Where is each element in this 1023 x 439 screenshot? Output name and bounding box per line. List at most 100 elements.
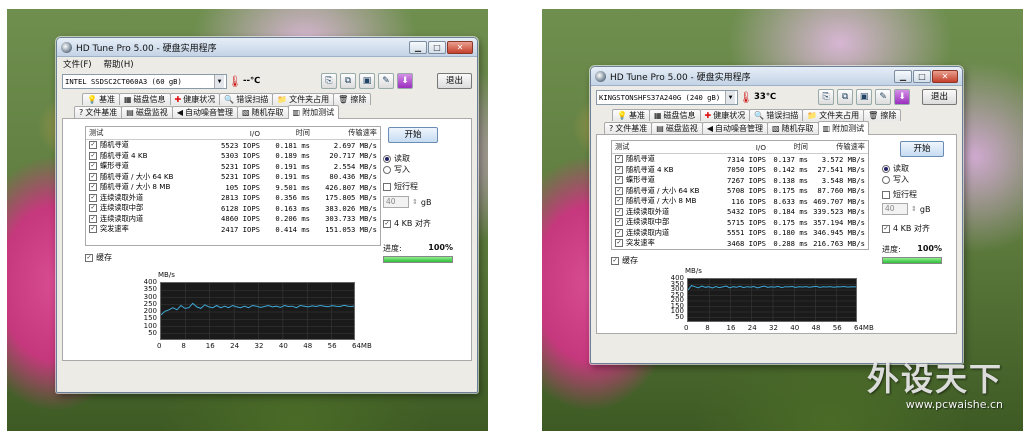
rate-value: 27.541 MB/s <box>817 165 865 175</box>
drive-select[interactable]: INTEL SSDSC2CT060A3 (60 gB) ▼ <box>62 73 227 89</box>
start-button[interactable]: 开始 <box>900 141 944 157</box>
tab-aam[interactable]: ◀ 自动噪音管理 <box>701 122 768 134</box>
checkbox-box[interactable]: ✓ <box>615 218 623 227</box>
checkbox-box[interactable]: ✓ <box>89 214 97 223</box>
minimize-button[interactable]: ▁ <box>894 69 912 83</box>
time-value: 0.163 ms <box>275 203 310 213</box>
x-tick-label: 32 <box>769 324 778 332</box>
checkbox-box[interactable]: ✓ <box>615 155 623 164</box>
maximize-button[interactable]: □ <box>428 40 446 54</box>
window-title: HD Tune Pro 5.00 - 硬盘实用程序 <box>610 72 751 83</box>
copy-screenshot-icon[interactable]: ⧉ <box>837 89 854 105</box>
tab-error-scan[interactable]: 🔍 错误扫描 <box>749 109 804 121</box>
tab-folder-usage[interactable]: 📁 文件夹占用 <box>272 93 335 105</box>
drive-select[interactable]: KINGSTONSHFS37A240G (240 gB) ▼ <box>596 89 738 105</box>
save-icon[interactable]: ▣ <box>856 89 873 105</box>
save-icon[interactable]: ▣ <box>359 73 375 89</box>
spinner-arrows-icon[interactable]: ⇕ <box>412 198 418 206</box>
toolbar: KINGSTONSHFS37A240G (240 gB) ▼ 🌡 33℃ ⎘ ⧉… <box>591 86 962 108</box>
close-button[interactable]: ✕ <box>447 40 473 54</box>
test-name: 连续读取外道 <box>100 192 144 202</box>
checkbox-box[interactable]: ✓ <box>89 193 97 202</box>
copy-screenshot-icon[interactable]: ⧉ <box>340 73 356 89</box>
checkbox-box[interactable]: ✓ <box>89 162 97 171</box>
short-stroke-input[interactable]: 40 <box>882 203 908 215</box>
menu-file[interactable]: 文件(F) <box>63 58 92 70</box>
read-radio[interactable]: 读取 <box>882 163 942 174</box>
radio-dot <box>882 175 890 184</box>
maximize-button[interactable]: □ <box>913 69 931 83</box>
tab-disk-monitor[interactable]: ▤ 磁盘监视 <box>651 122 703 134</box>
copy-text-icon[interactable]: ⎘ <box>818 89 835 105</box>
checkbox-box[interactable]: ✓ <box>615 186 623 195</box>
y-tick-label: 50 <box>148 328 157 337</box>
checkbox-box[interactable]: ✓ <box>89 172 97 181</box>
tab-aam[interactable]: ◀ 自动噪音管理 <box>171 106 238 118</box>
copy-text-icon[interactable]: ⎘ <box>321 73 337 89</box>
tab-disk-info[interactable]: ▦ 磁盘信息 <box>648 109 701 121</box>
checkbox-box[interactable]: ✓ <box>615 176 623 185</box>
tab-benchmark[interactable]: 💡 基准 <box>82 93 120 105</box>
x-tick-label: 48 <box>303 342 313 350</box>
tab-random-access[interactable]: ▧ 随机存取 <box>236 106 289 118</box>
align-4kb-checkbox[interactable]: ✓ 4 KB 对齐 <box>383 218 453 229</box>
checkbox-box[interactable]: ✓ <box>89 141 97 150</box>
checkbox-box[interactable]: ✓ <box>89 151 97 160</box>
write-radio[interactable]: 写入 <box>882 174 942 185</box>
read-radio[interactable]: 读取 <box>383 153 453 164</box>
tab-extra-tests[interactable]: ▥ 附加测试 <box>817 121 870 135</box>
y-tick-label: 50 <box>675 312 684 321</box>
close-button[interactable]: ✕ <box>932 69 958 83</box>
options-icon[interactable]: ✎ <box>378 73 394 89</box>
tab-health[interactable]: ✚ 健康状况 <box>169 93 221 105</box>
table-row: ✓ 突发速率 2417 IOPS 0.414 ms 151.053 MB/s <box>86 224 380 235</box>
file-icon: ? <box>609 123 614 133</box>
chevron-down-icon: ▼ <box>214 74 224 88</box>
checkbox-box[interactable]: ✓ <box>89 183 97 192</box>
short-stroke-input[interactable]: 40 <box>383 196 409 208</box>
tab-erase[interactable]: 🗑 擦除 <box>863 109 902 121</box>
tab-erase[interactable]: 🗑 擦除 <box>333 93 372 105</box>
checkbox-box[interactable]: ✓ <box>89 204 97 213</box>
menu-help[interactable]: 帮助(H) <box>104 58 134 70</box>
temperature-readout: 33℃ <box>754 92 777 102</box>
short-stroke-checkbox[interactable]: 短行程 <box>383 181 453 192</box>
download-icon[interactable]: ⬇ <box>894 89 911 105</box>
transfer-graph: MB/s 400 350 300 250 200 150 100 50 0 8 16 24 32 40 48 5… <box>665 267 874 336</box>
io-value: 116 IOPS <box>731 196 766 206</box>
tab-disk-monitor[interactable]: ▤ 磁盘监视 <box>121 106 173 118</box>
spinner-arrows-icon[interactable]: ⇕ <box>911 205 917 213</box>
tab-benchmark[interactable]: 💡 基准 <box>612 109 650 121</box>
tab-file-benchmark[interactable]: ? 文件基准 <box>604 122 653 134</box>
options-icon[interactable]: ✎ <box>875 89 892 105</box>
checkbox-box[interactable]: ✓ <box>89 225 97 234</box>
align-4kb-checkbox[interactable]: ✓ 4 KB 对齐 <box>882 223 942 234</box>
tab-disk-info[interactable]: ▦ 磁盘信息 <box>118 93 171 105</box>
rate-value: 2.697 MB/s <box>333 140 377 150</box>
checkbox-box[interactable]: ✓ <box>615 165 623 174</box>
tab-file-benchmark[interactable]: ? 文件基准 <box>74 106 123 118</box>
watermark-brand: 外设天下 <box>866 360 1003 398</box>
minimize-button[interactable]: ▁ <box>409 40 427 54</box>
start-button[interactable]: 开始 <box>388 127 438 143</box>
tab-error-scan[interactable]: 🔍 错误扫描 <box>219 93 274 105</box>
cache-checkbox[interactable]: ✓ 缓存 <box>611 255 638 266</box>
exit-button[interactable]: 退出 <box>921 89 957 105</box>
table-row: ✓ 连续读取内道 4860 IOPS 0.206 ms 303.733 MB/s <box>86 214 380 225</box>
tab-extra-tests[interactable]: ▥ 附加测试 <box>287 105 340 119</box>
tab-random-access[interactable]: ▧ 随机存取 <box>766 122 819 134</box>
tab-folder-usage[interactable]: 📁 文件夹占用 <box>802 109 865 121</box>
checkbox-box[interactable]: ✓ <box>615 197 623 206</box>
checkbox-box[interactable]: ✓ <box>615 207 623 216</box>
download-icon[interactable]: ⬇ <box>397 73 413 89</box>
table-row: ✓ 随机寻道 7314 IOPS 0.137 ms 3.572 MB/s <box>612 154 868 165</box>
write-radio[interactable]: 写入 <box>383 164 453 175</box>
tab-health[interactable]: ✚ 健康状况 <box>699 109 751 121</box>
exit-button[interactable]: 退出 <box>436 73 472 89</box>
checkbox-box[interactable]: ✓ <box>615 228 623 237</box>
results-table: 测试 I/O 时间 传输速率 ✓ 随机寻道 5523 IOPS 0.181 ms 2.6… <box>85 126 381 246</box>
short-stroke-checkbox[interactable]: 短行程 <box>882 189 942 200</box>
cache-checkbox[interactable]: ✓ 缓存 <box>85 252 112 263</box>
checkbox-box[interactable]: ✓ <box>615 239 623 248</box>
io-value: 5231 IOPS <box>221 161 260 171</box>
